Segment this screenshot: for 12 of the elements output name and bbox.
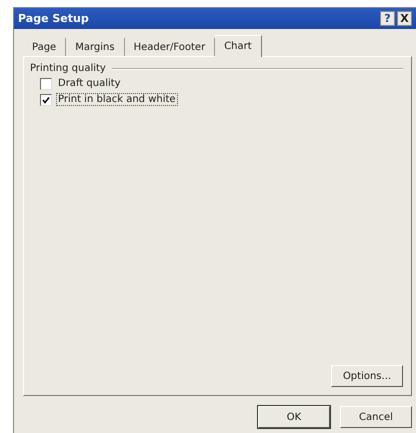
checkbox-label: Draft quality xyxy=(57,77,122,90)
ok-button[interactable]: OK xyxy=(258,406,330,428)
group-title: Printing quality xyxy=(30,63,106,74)
checkbox-label: Print in black and white xyxy=(56,93,178,106)
close-button[interactable]: X xyxy=(397,11,412,26)
help-button[interactable]: ? xyxy=(380,11,395,26)
checkbox[interactable] xyxy=(40,94,52,106)
cancel-button[interactable]: Cancel xyxy=(340,406,412,428)
tab[interactable]: Chart xyxy=(215,35,262,57)
options-button[interactable]: Options... xyxy=(331,365,403,387)
window-title: Page Setup xyxy=(18,12,90,25)
checkbox[interactable] xyxy=(40,78,52,90)
